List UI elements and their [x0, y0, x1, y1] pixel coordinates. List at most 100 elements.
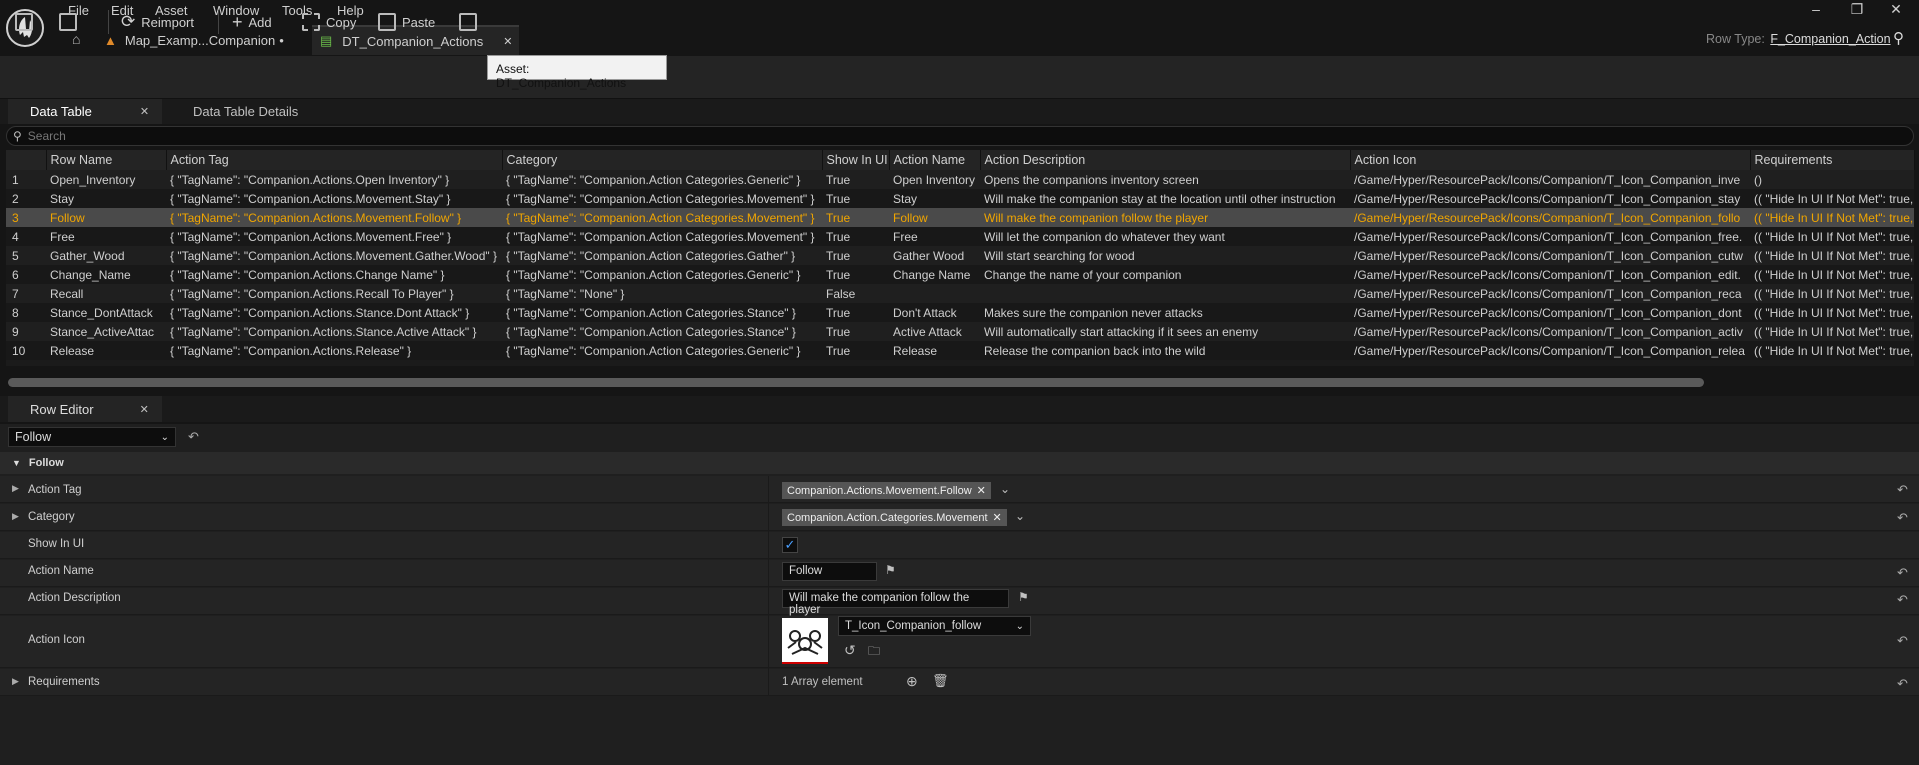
table-row-selected[interactable]: 3 Follow{ "TagName": "Companion.Actions.M…	[6, 208, 1914, 227]
table-cell: Change Name	[889, 265, 980, 284]
duplicate-icon	[459, 13, 477, 31]
table-cell: Don't Attack	[889, 303, 980, 322]
close-tab-icon[interactable]: ✕	[140, 105, 149, 118]
save-button[interactable]	[15, 9, 33, 35]
reset-property-icon[interactable]: ↶	[1897, 482, 1908, 498]
row-name-dropdown[interactable]: Follow ⌄	[8, 427, 176, 447]
row-type-value[interactable]: F_Companion_Action	[1770, 32, 1890, 46]
restore-icon[interactable]: ❐	[1845, 1, 1869, 18]
column-header[interactable]: Category	[502, 150, 823, 170]
table-row[interactable]: 6 Change_Name{ "TagName": "Companion.Acti…	[6, 265, 1914, 284]
property-label: Action Name	[28, 565, 94, 577]
column-header[interactable]: Action Name	[889, 150, 981, 170]
close-tab-icon[interactable]: ✕	[140, 403, 149, 416]
table-row[interactable]: 9 Stance_ActiveAttac{ "TagName": "Compani…	[6, 322, 1914, 341]
table-row[interactable]: 1 Open_Inventory{ "TagName": "Companion.A…	[6, 170, 1914, 189]
table-header-row: Row Name Action Tag Category Show In UI …	[6, 150, 1915, 170]
action-description-field[interactable]: Will make the companion follow the playe…	[782, 589, 1009, 616]
table-cell: { "TagName": "Companion.Action Categorie…	[502, 322, 822, 341]
table-row[interactable]: 7 Recall{ "TagName": "Companion.Actions.R…	[6, 284, 1914, 303]
reset-row-icon[interactable]: ↶	[188, 429, 199, 445]
remove-tag-icon[interactable]: ✕	[993, 511, 1002, 524]
duplicate-button[interactable]	[459, 9, 477, 35]
row-index: 6	[6, 265, 46, 284]
browse-icon	[59, 13, 77, 31]
paste-button[interactable]: Paste	[378, 9, 435, 35]
section-title: Follow	[28, 457, 64, 469]
localization-flag-icon[interactable]: ⚑	[1018, 590, 1029, 604]
column-header[interactable]: Action Tag	[166, 150, 503, 170]
add-element-icon[interactable]: ⊕	[906, 673, 918, 690]
table-cell: True	[822, 208, 889, 227]
action-icon-picker[interactable]: T_Icon_Companion_follow ⌄	[838, 616, 1031, 636]
action-name-field[interactable]: Follow	[782, 562, 877, 581]
table-cell: True	[822, 303, 889, 322]
icon-thumbnail[interactable]	[782, 618, 828, 664]
add-button[interactable]: + Add	[232, 9, 272, 35]
table-cell: { "TagName": "None" }	[502, 284, 822, 303]
row-index: 1	[6, 170, 46, 189]
expand-arrow-icon[interactable]: ▶	[12, 676, 19, 687]
column-header[interactable]: Row Name	[46, 150, 167, 170]
row-index: 8	[6, 303, 46, 322]
table-cell: Recall	[46, 284, 166, 303]
browse-button[interactable]	[59, 9, 77, 35]
table-cell: { "TagName": "Companion.Action Categorie…	[502, 189, 822, 208]
reset-property-icon[interactable]: ↶	[1897, 633, 1908, 649]
close-window-icon[interactable]: ✕	[1884, 1, 1908, 18]
table-row[interactable]: 4 Free{ "TagName": "Companion.Actions.Mov…	[6, 227, 1914, 246]
expand-arrow-icon[interactable]: ▶	[12, 511, 19, 522]
reset-property-icon[interactable]: ↶	[1897, 510, 1908, 526]
minimize-icon[interactable]: –	[1804, 1, 1828, 17]
table-row[interactable]: 10 Release{ "TagName": "Companion.Actions…	[6, 341, 1914, 360]
table-cell: Will automatically start attacking if it…	[980, 322, 1350, 341]
browse-asset-icon[interactable]: 🗀	[868, 642, 880, 663]
section-header-follow[interactable]: ▼ Follow	[0, 452, 1919, 474]
remove-tag-icon[interactable]: ✕	[977, 484, 986, 497]
table-cell: Change the name of your companion	[980, 265, 1350, 284]
copy-button[interactable]: Copy	[302, 9, 356, 35]
reimport-button[interactable]: ⟳ Reimport	[121, 9, 194, 35]
column-header[interactable]: Action Description	[980, 150, 1351, 170]
search-icon[interactable]: ⚲	[1893, 29, 1904, 47]
use-selected-icon[interactable]: ↺	[844, 642, 856, 659]
table-cell: Opens the companions inventory screen	[980, 170, 1350, 189]
action-tag-chip[interactable]: Companion.Actions.Movement.Follow ✕	[782, 482, 991, 499]
table-cell: { "TagName": "Companion.Actions.Movement…	[166, 208, 502, 227]
column-header[interactable]: Requirements	[1750, 150, 1915, 170]
category-tag-chip[interactable]: Companion.Action.Categories.Movement ✕	[782, 509, 1007, 526]
table-cell: /Game/Hyper/ResourcePack/Icons/Companion…	[1350, 284, 1750, 303]
table-cell: True	[822, 341, 889, 360]
tab-data-table[interactable]: Data Table ✕	[8, 99, 162, 124]
expand-arrow-icon[interactable]: ▶	[12, 483, 19, 494]
trash-icon[interactable]: 🗑	[932, 673, 949, 689]
reset-property-icon[interactable]: ↶	[1897, 676, 1908, 692]
chevron-down-icon: ⌄	[1015, 620, 1024, 632]
table-cell: { "TagName": "Companion.Action Categorie…	[502, 246, 822, 265]
reset-property-icon[interactable]: ↶	[1897, 565, 1908, 581]
tab-row-editor[interactable]: Row Editor ✕	[8, 396, 162, 422]
table-cell: True	[822, 265, 889, 284]
search-input[interactable]: ⚲ Search	[6, 126, 1914, 146]
show-in-ui-checkbox[interactable]: ✓	[782, 537, 798, 553]
search-placeholder: Search	[27, 129, 66, 143]
table-cell: (( "Hide In UI If Not Met": true,	[1750, 265, 1914, 284]
localization-flag-icon[interactable]: ⚑	[885, 563, 896, 577]
table-cell: Stance_ActiveAttac	[46, 322, 166, 341]
close-tab-icon[interactable]: ✕	[503, 35, 512, 48]
horizontal-scrollbar[interactable]	[8, 378, 1704, 387]
tab-data-table-details[interactable]: Data Table Details	[193, 99, 298, 124]
column-header[interactable]: Show In UI	[822, 150, 890, 170]
property-row-requirements	[0, 669, 1919, 696]
reimport-icon: ⟳	[121, 12, 136, 31]
chevron-down-icon[interactable]: ⌄	[1015, 509, 1025, 523]
table-row[interactable]: 8 Stance_DontAttack{ "TagName": "Companio…	[6, 303, 1914, 322]
column-header[interactable]: Action Icon	[1350, 150, 1751, 170]
reset-property-icon[interactable]: ↶	[1897, 592, 1908, 608]
property-label: Requirements	[28, 676, 100, 688]
table-cell: { "TagName": "Companion.Actions.Open Inv…	[166, 170, 502, 189]
table-row[interactable]: 2 Stay{ "TagName": "Companion.Actions.Mov…	[6, 189, 1914, 208]
table-cell: Stay	[889, 189, 980, 208]
chevron-down-icon[interactable]: ⌄	[1000, 482, 1010, 496]
table-row[interactable]: 5 Gather_Wood{ "TagName": "Companion.Acti…	[6, 246, 1914, 265]
